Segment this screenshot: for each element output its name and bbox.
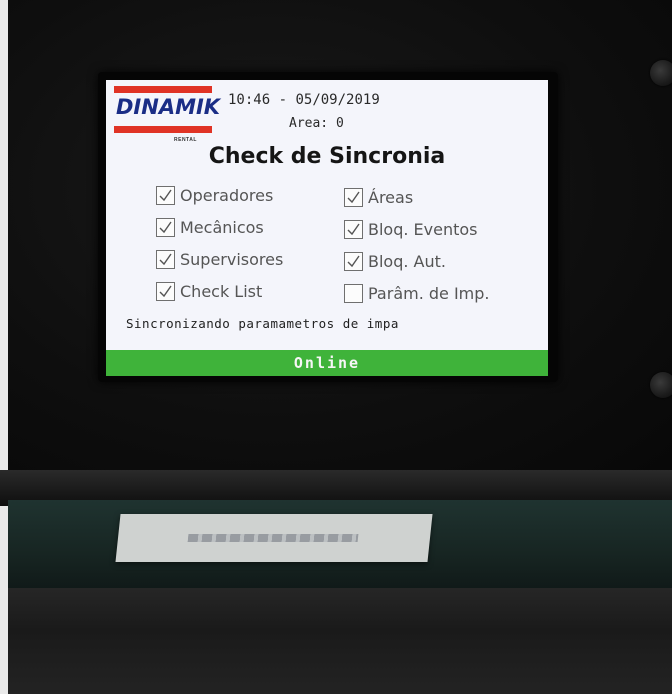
check-item: Check List xyxy=(156,280,262,302)
checkbox-icon xyxy=(156,217,175,237)
brand-logo: DINAMIK RENTAL xyxy=(114,84,220,144)
checkmark-icon xyxy=(159,253,172,265)
rfid-card xyxy=(115,514,433,562)
checkmark-icon xyxy=(347,255,360,267)
card-print xyxy=(187,534,359,542)
time-separator: - xyxy=(278,92,288,108)
housing-edge xyxy=(0,0,8,694)
checkbox-icon xyxy=(156,185,175,205)
terminal-base xyxy=(8,588,672,694)
brand-name: DINAMIK xyxy=(116,95,221,119)
logo-bar-top xyxy=(114,86,212,93)
checkbox-icon xyxy=(156,249,175,269)
checkmark-icon xyxy=(159,189,172,201)
checkbox-icon xyxy=(344,283,363,303)
screw-icon xyxy=(650,372,672,398)
time-display: 10:46 xyxy=(228,92,271,108)
area-display: Area: 0 xyxy=(289,116,344,131)
checkmark-icon xyxy=(347,223,360,235)
checkbox-icon xyxy=(344,219,363,239)
check-item: Supervisores xyxy=(156,248,283,270)
check-label: Áreas xyxy=(368,187,414,207)
check-label: Parâm. de Imp. xyxy=(368,283,490,303)
check-item: Operadores xyxy=(156,184,273,206)
connection-status-bar: Online xyxy=(106,350,548,376)
check-label: Bloq. Eventos xyxy=(368,219,478,239)
date-display: 05/09/2019 xyxy=(295,92,380,108)
check-item: Parâm. de Imp. xyxy=(344,282,490,304)
check-label: Bloq. Aut. xyxy=(368,251,446,271)
check-item: Mecânicos xyxy=(156,216,264,238)
checkbox-icon xyxy=(156,281,175,301)
check-label: Supervisores xyxy=(180,249,284,269)
checkmark-icon xyxy=(159,221,172,233)
lcd-screen: DINAMIK RENTAL 10:46 - 05/09/2019 Area: … xyxy=(106,80,548,376)
page-title: Check de Sincronia xyxy=(208,144,446,169)
logo-bar-bottom xyxy=(114,126,212,133)
checkmark-icon xyxy=(347,191,360,203)
connection-status: Online xyxy=(293,354,361,372)
sync-status-message: Sincronizando paramametros de impa xyxy=(126,316,399,331)
check-label: Check List xyxy=(180,281,263,301)
checkbox-icon xyxy=(344,251,363,271)
screw-icon xyxy=(650,60,672,86)
check-label: Operadores xyxy=(180,185,274,205)
check-label: Mecânicos xyxy=(180,217,264,237)
clock-line: 10:46 - 05/09/2019 xyxy=(228,92,380,108)
check-item: Bloq. Aut. xyxy=(344,250,446,272)
brand-sub: RENTAL xyxy=(174,137,197,143)
checkbox-icon xyxy=(344,187,363,207)
check-item: Bloq. Eventos xyxy=(344,218,478,240)
checkmark-icon xyxy=(159,285,172,297)
check-item: Áreas xyxy=(344,186,413,208)
photo-scene: DINAMIK RENTAL 10:46 - 05/09/2019 Area: … xyxy=(0,0,672,694)
